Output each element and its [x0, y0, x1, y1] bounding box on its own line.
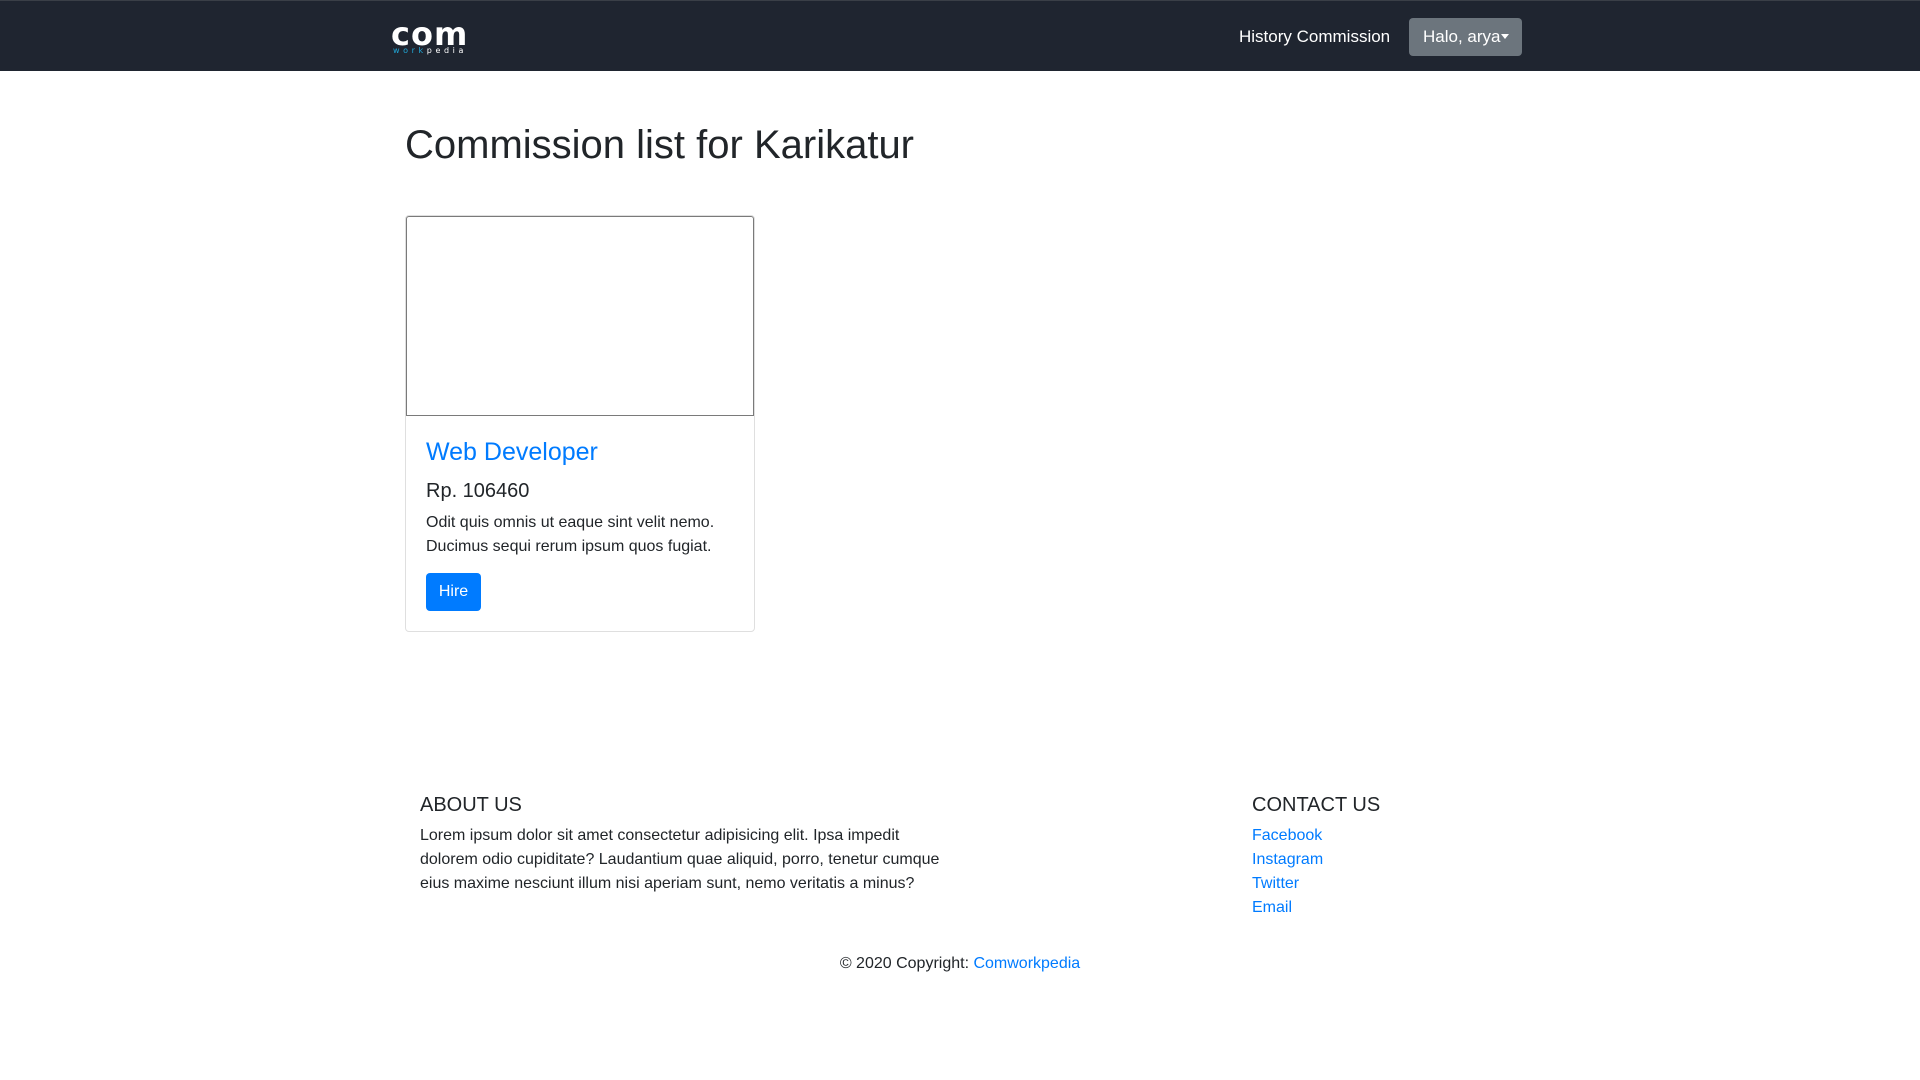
history-commission-link[interactable]: History Commission: [1239, 26, 1390, 48]
card-title-link[interactable]: Web Developer: [426, 436, 598, 468]
hire-button[interactable]: Hire: [426, 573, 481, 611]
copyright-text: © 2020 Copyright:: [839, 955, 970, 972]
copyright: © 2020 Copyright: Comworkpedia: [0, 952, 1920, 976]
brand-logo-sub: workpedia: [393, 46, 467, 56]
navbar: com workpedia History Commission Halo, a…: [0, 0, 1920, 71]
user-menu-dropdown[interactable]: Halo, arya: [1409, 18, 1522, 56]
brand-logo-sub-pedia: pedia: [426, 46, 467, 55]
user-menu-label: Halo, arya: [1423, 27, 1501, 46]
copyright-link[interactable]: Comworkpedia: [973, 955, 1080, 972]
chevron-down-icon: [1501, 34, 1509, 39]
page-title: Commission list for Karikatur: [405, 123, 915, 167]
instagram-link[interactable]: Instagram: [1252, 851, 1323, 868]
brand-logo[interactable]: com workpedia: [391, 17, 487, 57]
about-us-heading: ABOUT US: [420, 794, 522, 816]
card-price: Rp. 106460: [426, 480, 530, 502]
card-description: Odit quis omnis ut eaque sint velit nemo…: [426, 514, 715, 555]
contact-us-heading: CONTACT US: [1252, 794, 1381, 816]
email-link[interactable]: Email: [1252, 899, 1292, 916]
list-item: Twitter: [1252, 872, 1323, 896]
brand-logo-sub-work: work: [393, 46, 427, 55]
list-item: Instagram: [1252, 848, 1323, 872]
card-image: [406, 216, 754, 416]
commission-card: Web Developer Rp. 106460 Odit quis omnis…: [405, 215, 755, 632]
list-item: Email: [1252, 896, 1323, 920]
contact-links-list: Facebook Instagram Twitter Email: [1252, 824, 1323, 920]
list-item: Facebook: [1252, 824, 1323, 848]
twitter-link[interactable]: Twitter: [1252, 875, 1299, 892]
about-us-text: Lorem ipsum dolor sit amet consectetur a…: [420, 827, 940, 892]
facebook-link[interactable]: Facebook: [1252, 827, 1322, 844]
